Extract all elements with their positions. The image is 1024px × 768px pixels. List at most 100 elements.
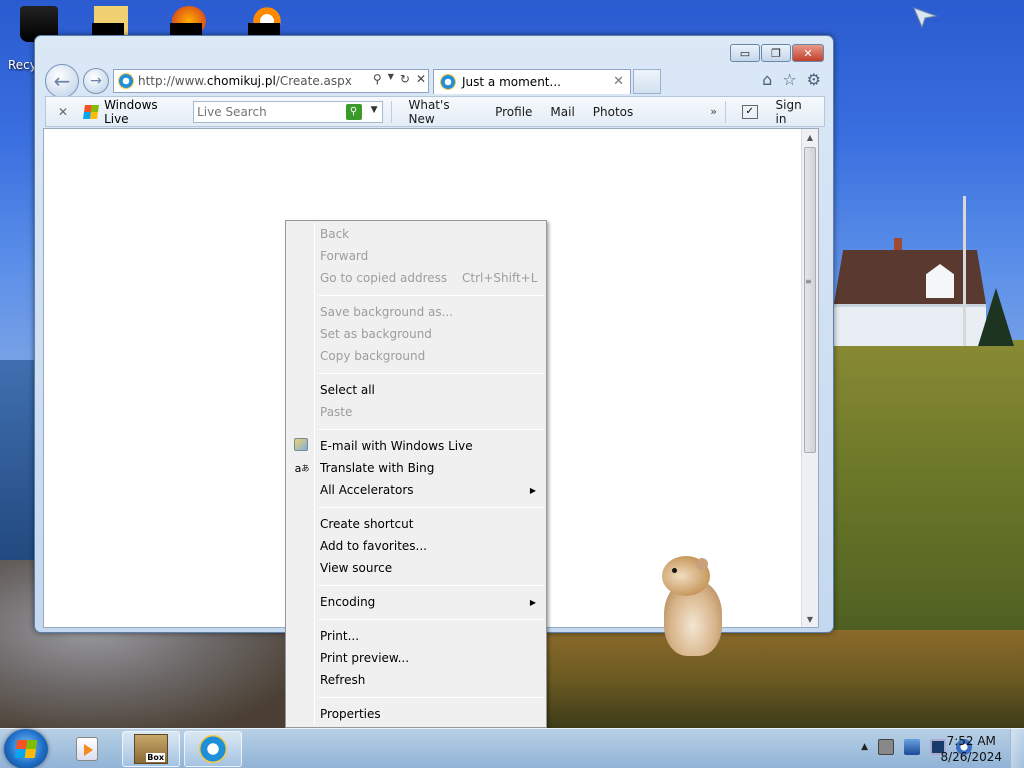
chevron-down-icon[interactable]: ▼ [388,72,394,86]
menu-separator [318,619,544,620]
menu-item-label: Add to favorites... [320,539,427,553]
live-search-input[interactable] [197,104,358,119]
taskbar-clock[interactable]: 7:52 AM 8/26/2024 [940,733,1002,765]
toolbar-close-icon[interactable]: ✕ [58,105,68,119]
toolbar-more-icon[interactable]: » [710,105,717,118]
flag-pole [963,196,966,346]
start-button[interactable] [4,729,48,768]
menu-item-label: Forward [320,249,369,263]
menu-item-label: Encoding [320,595,376,609]
ie-page-icon [118,73,134,89]
send-arrow-icon [913,7,938,28]
stop-icon[interactable]: ✕ [416,72,426,86]
menu-item-copy-background[interactable]: Copy background [288,345,544,367]
menu-item-label: Select all [320,383,375,397]
recycle-bin-label[interactable]: Recy [8,58,37,72]
toolbar-link-mail[interactable]: Mail [550,105,574,119]
taskbar-media-player[interactable] [58,731,116,767]
menu-item-email-windows-live[interactable]: E-mail with Windows Live [288,435,544,457]
navigation-row: ← → http://www.chomikuj.pl/Create.aspx ⚲… [43,64,825,98]
taskbar-internet-explorer[interactable] [184,731,242,767]
menu-item-label: Set as background [320,327,432,341]
home-icon[interactable]: ⌂ [762,70,772,89]
menu-item-label: Print preview... [320,651,410,665]
menu-separator [318,373,544,374]
tab-just-a-moment[interactable]: Just a moment... ✕ [433,69,631,94]
menu-item-print-preview[interactable]: Print preview... [288,647,544,669]
address-bar[interactable]: http://www.chomikuj.pl/Create.aspx ⚲ ▼ ↻… [113,69,429,93]
search-icon[interactable]: ⚲ [373,72,382,86]
toolbar-link-photos[interactable]: Photos [593,105,633,119]
menu-separator [318,295,544,296]
tab-close-icon[interactable]: ✕ [613,74,624,89]
toolbar-link-whats-new[interactable]: What's New [408,98,477,126]
scroll-down-icon[interactable]: ▼ [802,611,818,627]
menu-separator [318,429,544,430]
clock-date: 8/26/2024 [940,750,1002,764]
menu-item-go-to-copied-address[interactable]: Go to copied address Ctrl+Shift+L [288,267,544,289]
arrow-right-icon: → [90,73,102,89]
favorites-star-icon[interactable]: ☆ [782,70,796,89]
search-go-icon[interactable]: ⚲ [345,103,362,120]
windows-live-logo-icon [83,104,100,119]
translate-icon: aあ [294,461,310,475]
menu-item-create-shortcut[interactable]: Create shortcut [288,513,544,535]
show-desktop-button[interactable] [1010,729,1024,768]
menu-separator [318,585,544,586]
window-controls: ▭ ❐ ✕ [730,44,824,62]
live-search-box: ⚲ ▼ [193,100,383,123]
menu-item-label: Translate with Bing [320,461,435,475]
browser-command-icons: ⌂ ☆ ⚙ [762,70,821,89]
tab-title: Just a moment... [462,75,561,89]
menu-item-add-to-favorites[interactable]: Add to favorites... [288,535,544,557]
taskbar: Box ▲ 7:52 AM 8/26/2024 [0,728,1024,768]
menu-item-print[interactable]: Print... [288,625,544,647]
refresh-icon[interactable]: ↻ [400,72,410,86]
menu-item-forward[interactable]: Forward [288,245,544,267]
windows-live-label[interactable]: Windows Live [104,98,183,126]
menu-item-save-background[interactable]: Save background as... [288,301,544,323]
menu-item-paste[interactable]: Paste [288,401,544,423]
back-button[interactable]: ← [45,64,79,98]
menu-item-back[interactable]: Back [288,223,544,245]
menu-item-select-all[interactable]: Select all [288,379,544,401]
menu-item-label: Refresh [320,673,366,687]
address-url[interactable]: http://www.chomikuj.pl/Create.aspx [138,74,352,88]
redaction-bar [92,23,124,35]
tray-flag-icon[interactable] [904,739,920,755]
gear-icon[interactable]: ⚙ [807,70,821,89]
show-hidden-icons-icon[interactable]: ▲ [861,742,868,752]
windows-logo-icon [14,740,38,758]
menu-item-properties[interactable]: Properties [288,703,544,725]
hamster-ear [696,558,708,570]
redaction-bar [170,23,202,35]
ie-tab-icon [440,74,456,90]
menu-item-translate-bing[interactable]: aあ Translate with Bing [288,457,544,479]
sign-in-link[interactable]: Sign in [776,98,816,126]
new-tab-button[interactable] [633,69,661,94]
toolbar-link-profile[interactable]: Profile [495,105,532,119]
scrollbar-thumb[interactable] [804,147,816,453]
menu-item-refresh[interactable]: Refresh [288,669,544,691]
menu-item-view-source[interactable]: View source [288,557,544,579]
close-button[interactable]: ✕ [792,44,824,62]
forward-button[interactable]: → [83,68,109,94]
tray-app-icon[interactable] [878,739,894,755]
menu-item-label: E-mail with Windows Live [320,439,473,453]
clock-time: 7:52 AM [946,734,996,748]
submenu-arrow-icon: ▶ [529,597,536,607]
menu-item-encoding[interactable]: Encoding ▶ [288,591,544,613]
arrow-left-icon: ← [53,69,71,93]
menu-item-set-as-background[interactable]: Set as background [288,323,544,345]
taskbar-box-app[interactable]: Box [122,731,180,767]
maximize-button[interactable]: ❐ [761,44,791,62]
minimize-button[interactable]: ▭ [730,44,760,62]
address-actions: ⚲ ▼ ↻ ✕ [373,72,426,86]
scroll-up-icon[interactable]: ▲ [802,129,818,145]
vertical-scrollbar[interactable]: ▲ ≡ ▼ [801,129,818,627]
internet-explorer-icon [198,734,228,764]
search-dropdown-icon[interactable]: ▼ [371,105,378,115]
desktop-wallpaper-grass [547,630,1024,730]
checkmark-icon[interactable]: ✓ [741,104,758,119]
menu-item-all-accelerators[interactable]: All Accelerators ▶ [288,479,544,501]
